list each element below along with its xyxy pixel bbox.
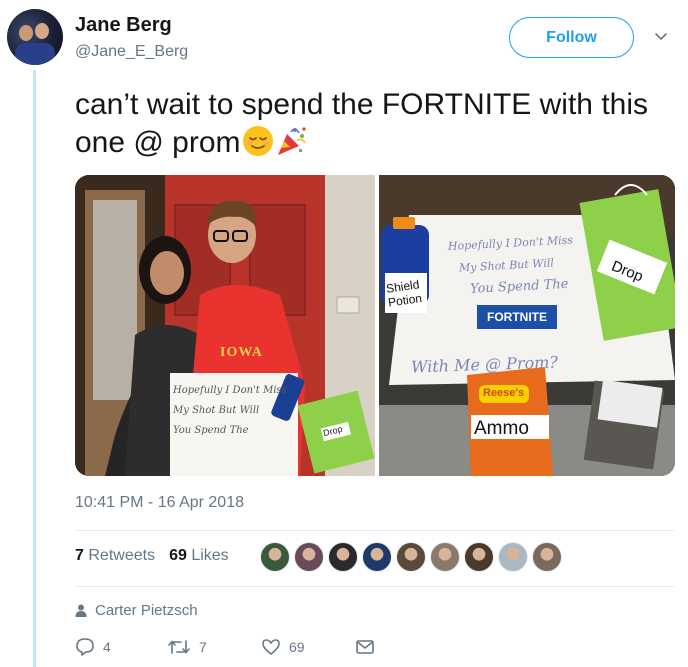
follow-button[interactable]: Follow bbox=[509, 17, 634, 58]
retweets-count: 7 bbox=[75, 547, 84, 564]
tweet-text: can’t wait to spend the FORTNITE with th… bbox=[75, 86, 675, 162]
divider-bottom bbox=[75, 586, 675, 587]
likes-stat[interactable]: 69 Likes bbox=[169, 547, 229, 565]
author-name[interactable]: Jane Berg bbox=[75, 14, 172, 37]
tweet-timestamp[interactable]: 10:41 PM - 16 Apr 2018 bbox=[75, 494, 244, 512]
liker-avatar[interactable] bbox=[260, 542, 290, 572]
candy-label: Reese's bbox=[483, 387, 525, 399]
thread-line bbox=[33, 70, 36, 667]
author-handle[interactable]: @Jane_E_Berg bbox=[75, 43, 188, 61]
like-action[interactable]: 69 bbox=[261, 637, 355, 657]
chevron-down-icon[interactable] bbox=[654, 30, 668, 44]
direct-message-action[interactable] bbox=[355, 638, 375, 656]
left-sign-line3: You Spend The bbox=[173, 425, 249, 436]
person-icon bbox=[75, 604, 87, 617]
reply-count: 4 bbox=[103, 639, 111, 655]
left-sign: Hopefully I Don't Miss My Shot But Will … bbox=[173, 381, 297, 441]
retweets-label: Retweets bbox=[88, 547, 156, 564]
retweets-stat[interactable]: 7 Retweets bbox=[75, 547, 155, 565]
retweet-icon bbox=[168, 640, 190, 654]
liker-avatar[interactable] bbox=[498, 542, 528, 572]
liker-avatar[interactable] bbox=[430, 542, 460, 572]
liker-avatar[interactable] bbox=[328, 542, 358, 572]
liker-avatar[interactable] bbox=[464, 542, 494, 572]
retweet-action[interactable]: 7 bbox=[167, 637, 261, 657]
tweet-actions: 4 7 69 bbox=[75, 637, 375, 657]
party-popper-emoji-icon bbox=[277, 127, 306, 155]
likes-count: 69 bbox=[169, 547, 187, 564]
left-sign-line2: My Shot But Will bbox=[173, 405, 260, 416]
heart-icon bbox=[262, 639, 280, 655]
author-avatar[interactable] bbox=[7, 9, 63, 65]
divider-top bbox=[75, 530, 675, 531]
likes-label: Likes bbox=[191, 547, 229, 564]
liker-avatar[interactable] bbox=[362, 542, 392, 572]
shirt-text: IOWA bbox=[220, 345, 263, 360]
reply-to-name[interactable]: Carter Pietzsch bbox=[95, 602, 198, 619]
shield-label: Shield Potion bbox=[385, 277, 423, 310]
replying-to: Carter Pietzsch bbox=[75, 602, 198, 619]
liker-avatar[interactable] bbox=[396, 542, 426, 572]
relieved-face-emoji-icon bbox=[242, 126, 273, 156]
fortnite-label: FORTNITE bbox=[487, 310, 547, 324]
envelope-icon bbox=[356, 640, 374, 654]
left-sign-line1: Hopefully I Don't Miss bbox=[173, 385, 287, 396]
engagement-stats: 7 Retweets 69 Likes bbox=[75, 547, 229, 565]
liker-avatar[interactable] bbox=[532, 542, 562, 572]
reply-action[interactable]: 4 bbox=[75, 637, 167, 657]
liker-avatar[interactable] bbox=[294, 542, 324, 572]
photo-right[interactable]: Hopefully I Don't Miss My Shot But Will … bbox=[379, 175, 675, 476]
tweet-body: can’t wait to spend the FORTNITE with th… bbox=[75, 88, 649, 159]
retweet-count: 7 bbox=[199, 639, 207, 655]
reply-icon bbox=[76, 638, 94, 656]
ammo-label: Ammo bbox=[474, 418, 529, 439]
like-count: 69 bbox=[289, 639, 305, 655]
likers-avatars bbox=[260, 542, 562, 572]
photo-left[interactable]: IOWA Hopefully I Don't Miss My Shot But … bbox=[75, 175, 375, 476]
